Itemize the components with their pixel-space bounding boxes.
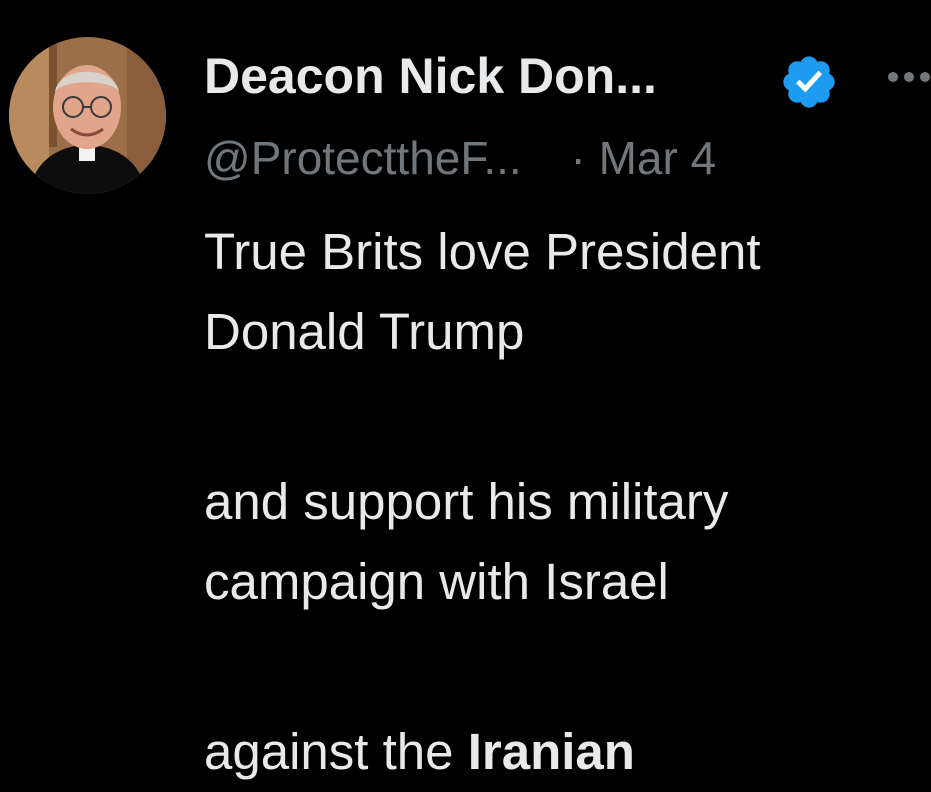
tweet-text-line: True Brits love President	[204, 223, 761, 280]
tweet-text-line: and support his military	[204, 473, 729, 530]
tweet-text: True Brits love President Donald Trump a…	[204, 212, 924, 792]
tweet-text-segment: against the	[204, 723, 468, 780]
tweet-meta: @ProtecttheF... · Mar 4	[204, 128, 716, 188]
avatar-photo	[9, 37, 166, 194]
tweet-text-line: against the Iranian	[204, 712, 924, 792]
tweet-text-line: Donald Trump	[204, 303, 525, 360]
verified-badge-icon	[783, 56, 835, 108]
timestamp[interactable]: Mar 4	[599, 132, 717, 184]
avatar[interactable]	[9, 37, 166, 194]
meta-separator: ·	[570, 132, 586, 184]
tweet-text-line: campaign with Israel	[204, 553, 669, 610]
tweet-header: Deacon Nick Don... @ProtecttheF... · Mar…	[204, 44, 930, 194]
more-options-icon[interactable]	[887, 64, 931, 90]
display-name[interactable]: Deacon Nick Don...	[204, 44, 657, 108]
handle[interactable]: @ProtecttheF...	[204, 132, 522, 184]
tweet[interactable]: Deacon Nick Don... @ProtecttheF... · Mar…	[0, 0, 931, 780]
tweet-text-bold-segment: Iranian	[467, 723, 635, 780]
